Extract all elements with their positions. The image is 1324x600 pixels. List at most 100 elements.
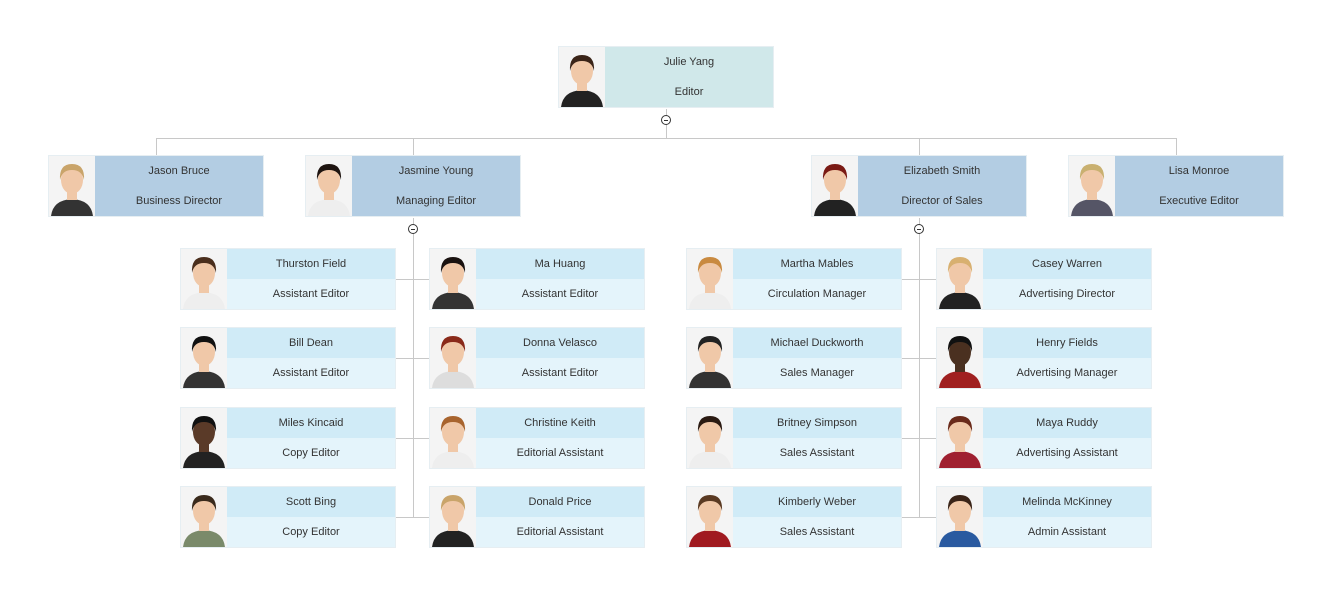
node-title: Advertising Manager <box>983 358 1151 388</box>
avatar <box>937 408 983 468</box>
node-name: Donna Velasco <box>476 328 644 358</box>
avatar-photo <box>812 156 858 216</box>
org-node[interactable]: Michael Duckworth Sales Manager <box>686 327 902 389</box>
connector-line <box>396 517 429 518</box>
avatar <box>937 328 983 388</box>
org-node[interactable]: Kimberly Weber Sales Assistant <box>686 486 902 548</box>
node-name: Jason Bruce <box>95 156 263 186</box>
avatar-photo <box>937 487 983 547</box>
avatar-photo <box>687 487 733 547</box>
org-node[interactable]: Jasmine Young Managing Editor <box>305 155 521 217</box>
connector-line <box>902 358 936 359</box>
connector-line <box>396 438 429 439</box>
avatar <box>687 408 733 468</box>
org-node[interactable]: Maya Ruddy Advertising Assistant <box>936 407 1152 469</box>
node-title: Advertising Director <box>983 279 1151 309</box>
org-node[interactable]: Scott Bing Copy Editor <box>180 486 396 548</box>
org-node[interactable]: Donna Velasco Assistant Editor <box>429 327 645 389</box>
avatar-photo <box>687 328 733 388</box>
avatar <box>181 487 227 547</box>
avatar <box>430 249 476 309</box>
connector-line <box>919 138 920 155</box>
node-title: Editorial Assistant <box>476 438 644 468</box>
avatar-photo <box>181 328 227 388</box>
org-node[interactable]: Thurston Field Assistant Editor <box>180 248 396 310</box>
avatar-photo <box>430 328 476 388</box>
avatar-photo <box>49 156 95 216</box>
node-title: Sales Manager <box>733 358 901 388</box>
org-node[interactable]: Elizabeth Smith Director of Sales <box>811 155 1027 217</box>
org-node[interactable]: Britney Simpson Sales Assistant <box>686 407 902 469</box>
node-title: Admin Assistant <box>983 517 1151 547</box>
connector-line <box>902 438 936 439</box>
node-title: Sales Assistant <box>733 438 901 468</box>
collapse-toggle-icon[interactable] <box>408 224 418 234</box>
node-title: Executive Editor <box>1115 186 1283 216</box>
org-node[interactable]: Lisa Monroe Executive Editor <box>1068 155 1284 217</box>
node-title: Circulation Manager <box>733 279 901 309</box>
org-node[interactable]: Melinda McKinney Admin Assistant <box>936 486 1152 548</box>
node-title: Advertising Assistant <box>983 438 1151 468</box>
node-title: Sales Assistant <box>733 517 901 547</box>
node-name: Thurston Field <box>227 249 395 279</box>
avatar <box>181 249 227 309</box>
avatar <box>687 328 733 388</box>
node-title: Director of Sales <box>858 186 1026 216</box>
node-name: Martha Mables <box>733 249 901 279</box>
node-name: Julie Yang <box>605 47 773 77</box>
org-node[interactable]: Miles Kincaid Copy Editor <box>180 407 396 469</box>
org-chart: Julie Yang Editor Jason Bruce Business Dire… <box>0 0 1324 600</box>
avatar <box>1069 156 1115 216</box>
avatar-photo <box>937 249 983 309</box>
avatar <box>812 156 858 216</box>
node-name: Ma Huang <box>476 249 644 279</box>
node-name: Elizabeth Smith <box>858 156 1026 186</box>
connector-line <box>156 138 1177 139</box>
collapse-toggle-icon[interactable] <box>914 224 924 234</box>
org-node[interactable]: Martha Mables Circulation Manager <box>686 248 902 310</box>
avatar-photo <box>430 487 476 547</box>
org-node[interactable]: Bill Dean Assistant Editor <box>180 327 396 389</box>
connector-line <box>413 218 414 518</box>
node-name: Britney Simpson <box>733 408 901 438</box>
avatar <box>937 487 983 547</box>
avatar-photo <box>181 249 227 309</box>
org-node[interactable]: Christine Keith Editorial Assistant <box>429 407 645 469</box>
node-title: Editorial Assistant <box>476 517 644 547</box>
collapse-toggle-icon[interactable] <box>661 115 671 125</box>
node-title: Copy Editor <box>227 438 395 468</box>
node-name: Henry Fields <box>983 328 1151 358</box>
org-node[interactable]: Casey Warren Advertising Director <box>936 248 1152 310</box>
node-name: Melinda McKinney <box>983 487 1151 517</box>
node-name: Donald Price <box>476 487 644 517</box>
org-node[interactable]: Donald Price Editorial Assistant <box>429 486 645 548</box>
avatar-photo <box>937 408 983 468</box>
node-name: Scott Bing <box>227 487 395 517</box>
node-name: Bill Dean <box>227 328 395 358</box>
org-node[interactable]: Jason Bruce Business Director <box>48 155 264 217</box>
node-name: Casey Warren <box>983 249 1151 279</box>
node-name: Miles Kincaid <box>227 408 395 438</box>
avatar-photo <box>687 408 733 468</box>
avatar <box>181 328 227 388</box>
avatar-photo <box>181 487 227 547</box>
node-title: Assistant Editor <box>476 358 644 388</box>
org-node[interactable]: Ma Huang Assistant Editor <box>429 248 645 310</box>
avatar <box>430 328 476 388</box>
org-node[interactable]: Julie Yang Editor <box>558 46 774 108</box>
avatar <box>181 408 227 468</box>
avatar-photo <box>430 408 476 468</box>
avatar <box>937 249 983 309</box>
connector-line <box>156 138 157 155</box>
avatar <box>559 47 605 107</box>
connector-line <box>919 218 920 518</box>
avatar <box>430 408 476 468</box>
node-name: Christine Keith <box>476 408 644 438</box>
avatar-photo <box>1069 156 1115 216</box>
org-node[interactable]: Henry Fields Advertising Manager <box>936 327 1152 389</box>
connector-line <box>1176 138 1177 155</box>
node-title: Copy Editor <box>227 517 395 547</box>
avatar <box>687 249 733 309</box>
avatar-photo <box>430 249 476 309</box>
avatar-photo <box>687 249 733 309</box>
